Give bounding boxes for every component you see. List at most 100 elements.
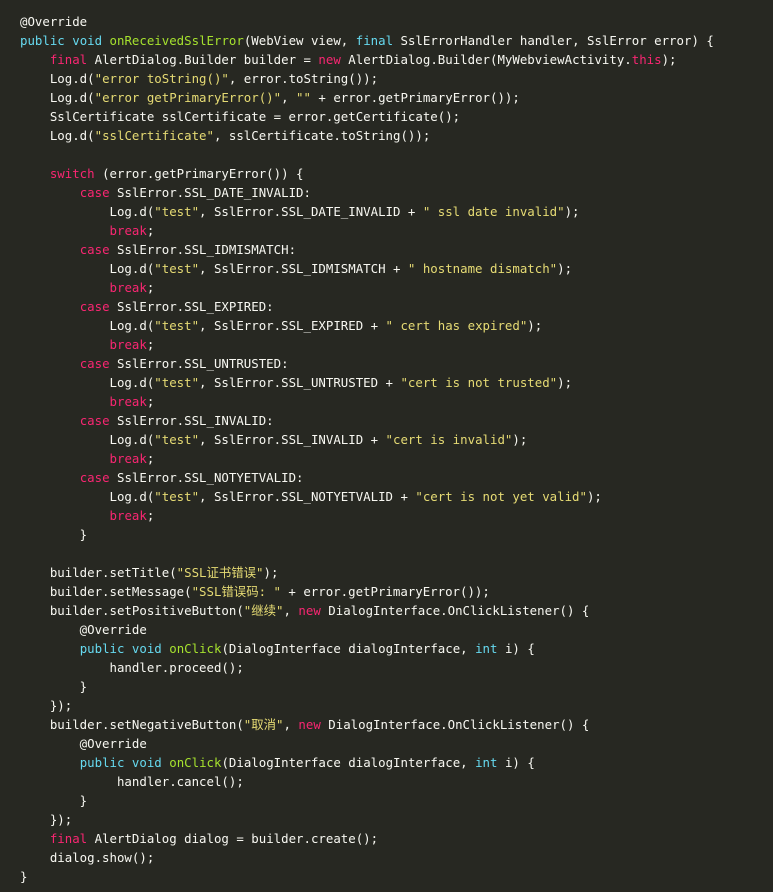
code-token: , (283, 717, 299, 732)
code-token: public (79, 755, 125, 770)
code-token: break (109, 337, 147, 352)
code-token: @Override (20, 622, 147, 637)
code-token: AlertDialog dialog = builder.create(); (87, 831, 379, 846)
code-token: final (49, 52, 88, 67)
code-line: public void onReceivedSslError(WebView v… (20, 31, 773, 50)
code-line: case SslError.SSL_NOTYETVALID: (20, 468, 773, 487)
code-line: Log.d("test", SslError.SSL_IDMISMATCH + … (20, 259, 773, 278)
code-token: SslError.SSL_UNTRUSTED: (109, 356, 289, 371)
code-token: (DialogInterface dialogInterface, (221, 755, 476, 770)
code-token: builder.setTitle( (20, 565, 177, 580)
code-token: break (109, 223, 147, 238)
code-token: public (79, 641, 125, 656)
code-line: Log.d("test", SslError.SSL_NOTYETVALID +… (20, 487, 773, 506)
code-token: } (20, 679, 88, 694)
code-token: "cert is invalid" (385, 432, 513, 447)
code-token: ); (527, 318, 543, 333)
code-token: "cert is not yet valid" (415, 489, 587, 504)
code-line: Log.d("sslCertificate", sslCertificate.t… (20, 126, 773, 145)
code-token: case (79, 242, 110, 257)
code-line: SslCertificate sslCertificate = error.ge… (20, 107, 773, 126)
code-token: new (298, 717, 321, 732)
code-line: Log.d("test", SslError.SSL_UNTRUSTED + "… (20, 373, 773, 392)
code-token: "test" (154, 489, 200, 504)
code-token: ); (557, 261, 573, 276)
code-token: i) { (497, 755, 535, 770)
code-token: int (475, 641, 498, 656)
code-token: ; (146, 394, 155, 409)
code-token: public (20, 33, 65, 48)
code-token: SslError.SSL_INVALID: (109, 413, 274, 428)
code-line: public void onClick(DialogInterface dial… (20, 753, 773, 772)
code-token: @Override (20, 736, 147, 751)
code-token: ; (146, 280, 155, 295)
code-token: (error.getPrimaryError()) { (94, 166, 304, 181)
code-line: final AlertDialog.Builder builder = new … (20, 50, 773, 69)
code-token: , SslError.SSL_INVALID + (199, 432, 386, 447)
code-line: @Override (20, 12, 773, 31)
code-token: Log.d( (20, 432, 155, 447)
code-token: (WebView view, (243, 33, 356, 48)
code-token: void (131, 755, 162, 770)
code-line: handler.proceed(); (20, 658, 773, 677)
code-token: }); (20, 812, 73, 827)
code-line: break; (20, 278, 773, 297)
code-token: this (631, 52, 662, 67)
code-token: } (20, 869, 28, 884)
code-token: Log.d( (20, 204, 155, 219)
code-line: public void onClick(DialogInterface dial… (20, 639, 773, 658)
code-line: Log.d("test", SslError.SSL_DATE_INVALID … (20, 202, 773, 221)
code-line: switch (error.getPrimaryError()) { (20, 164, 773, 183)
code-line: builder.setMessage("SSL错误码: " + error.ge… (20, 582, 773, 601)
code-token: switch (49, 166, 95, 181)
code-token: Log.d( (20, 71, 95, 86)
code-token: "SSL证书错误" (176, 565, 264, 580)
code-token: i) { (497, 641, 535, 656)
code-token: ); (512, 432, 528, 447)
code-token: "继续" (243, 603, 284, 618)
code-line: builder.setPositiveButton("继续", new Dial… (20, 601, 773, 620)
code-token: , SslError.SSL_NOTYETVALID + (199, 489, 416, 504)
code-token: "test" (154, 375, 200, 390)
code-token: DialogInterface.OnClickListener() { (320, 603, 590, 618)
code-token: break (109, 508, 147, 523)
code-token: Log.d( (20, 489, 155, 504)
code-line: case SslError.SSL_UNTRUSTED: (20, 354, 773, 373)
code-line: case SslError.SSL_INVALID: (20, 411, 773, 430)
code-token: case (79, 299, 110, 314)
code-token: , error.toString()); (228, 71, 379, 86)
code-line: break; (20, 221, 773, 240)
code-token: ); (586, 489, 602, 504)
code-token: Log.d( (20, 375, 155, 390)
code-token: ; (146, 451, 155, 466)
code-token: " hostname dismatch" (407, 261, 558, 276)
code-token: "取消" (243, 717, 284, 732)
code-token: ; (146, 337, 155, 352)
code-line: } (20, 677, 773, 696)
code-token: Log.d( (20, 318, 155, 333)
code-line: case SslError.SSL_EXPIRED: (20, 297, 773, 316)
code-token: new (298, 603, 321, 618)
code-line: break; (20, 392, 773, 411)
code-token: handler.cancel(); (20, 774, 244, 789)
code-line: Log.d("error getPrimaryError()", "" + er… (20, 88, 773, 107)
code-line: }); (20, 810, 773, 829)
code-token: Log.d( (20, 261, 155, 276)
code-token: , (283, 603, 299, 618)
code-token: onReceivedSslError (109, 33, 244, 48)
code-token: } (20, 793, 88, 808)
